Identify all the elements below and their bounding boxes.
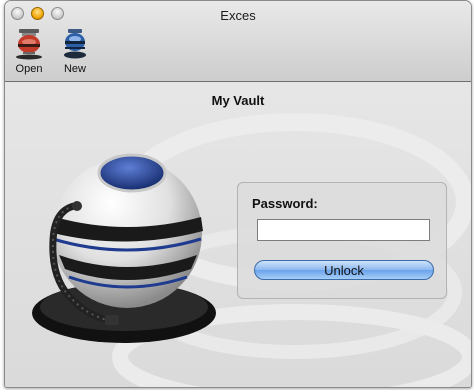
toolbar: Exces Open New — [5, 1, 471, 82]
open-button[interactable]: Open — [6, 28, 52, 78]
vault-content: My Vault Password: Unlock — [5, 82, 471, 387]
unlock-panel: Password: Unlock — [237, 182, 447, 299]
app-window: Exces Open New My Vault Password: Unlock — [4, 0, 472, 388]
vault-title: My Vault — [211, 93, 265, 108]
open-label: Open — [15, 63, 43, 75]
window-title: Exces — [220, 8, 256, 23]
new-label: New — [63, 63, 86, 75]
password-field[interactable] — [257, 219, 430, 241]
new-button[interactable]: New — [52, 28, 98, 78]
vault-sphere-icon — [32, 153, 216, 343]
unlock-button[interactable]: Unlock — [254, 260, 434, 280]
red-vault-icon — [16, 29, 42, 60]
blue-vault-icon — [64, 29, 86, 59]
password-label: Password: — [252, 196, 318, 211]
